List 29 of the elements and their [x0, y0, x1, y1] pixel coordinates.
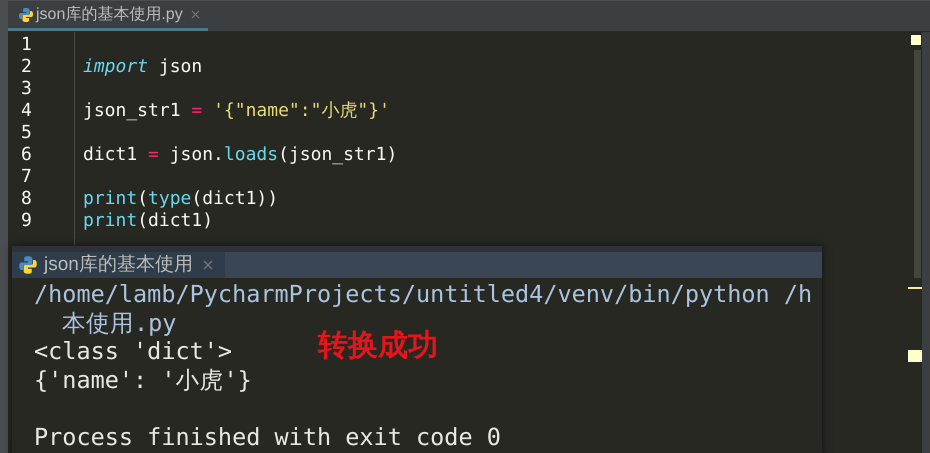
code-line: json_str1 = '{"name":"小虎"}' — [83, 100, 390, 121]
line-number: 6 — [21, 144, 32, 165]
code-line: print(dict1) — [83, 210, 214, 231]
code-line: dict1 = json.loads(json_str1) — [83, 144, 398, 165]
console-line: Process finished with exit code 0 — [34, 422, 501, 450]
code-line: import json — [83, 56, 202, 77]
line-number: 4 — [21, 100, 32, 121]
console-line: <class 'dict'> — [34, 337, 232, 365]
line-number: 9 — [21, 210, 32, 231]
close-icon[interactable] — [202, 260, 213, 270]
run-tab[interactable]: json库的基本使用 — [12, 252, 225, 278]
warning-marker — [908, 350, 922, 362]
line-number: 3 — [21, 78, 32, 99]
line-number: 2 — [21, 56, 32, 77]
line-number: 1 — [21, 34, 32, 55]
line-number: 7 — [21, 166, 32, 187]
close-icon[interactable] — [190, 10, 200, 19]
line-number: 8 — [21, 188, 32, 209]
warning-marker — [911, 35, 921, 45]
scrollbar[interactable] — [914, 50, 921, 278]
python-icon — [18, 255, 38, 275]
console-line: 本使用.py — [61, 308, 176, 337]
line-number: 5 — [21, 122, 32, 143]
marker — [908, 287, 922, 289]
console-line: /home/lamb/PycharmProjects/untitled4/venv/bin/python /h — [34, 280, 812, 308]
console-line: {'name': '小虎'} — [34, 366, 252, 394]
code-line: print(type(dict1)) — [83, 188, 278, 209]
annotation: 转换成功 — [318, 328, 438, 364]
python-icon — [18, 6, 34, 22]
